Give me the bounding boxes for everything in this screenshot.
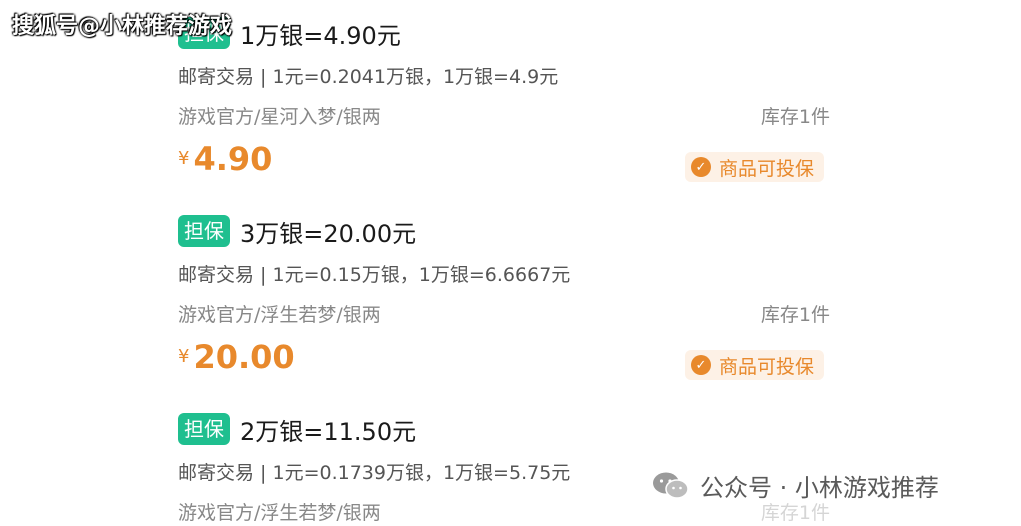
price-value: 20.00 bbox=[193, 338, 295, 376]
listing-description: 邮寄交易 | 1元=0.1739万银，1万银=5.75元 bbox=[178, 462, 571, 484]
listing-description: 邮寄交易 | 1元=0.2041万银，1万银=4.9元 bbox=[178, 66, 559, 88]
insurable-label: 商品可投保 bbox=[718, 355, 814, 378]
wechat-watermark: 公众号 · 小林游戏推荐 bbox=[652, 468, 939, 503]
stock-count: 库存1件 bbox=[760, 304, 830, 326]
insurable-tag[interactable]: ✓ 商品可投保 bbox=[684, 350, 824, 380]
currency-symbol: ¥ bbox=[178, 148, 190, 169]
wechat-watermark-text: 公众号 · 小林游戏推荐 bbox=[700, 474, 939, 502]
guarantee-badge: 担保 bbox=[178, 215, 230, 247]
insurable-label: 商品可投保 bbox=[718, 157, 814, 180]
listing-card[interactable]: 担保 3万银=20.00元 邮寄交易 | 1元=0.15万银，1万银=6.666… bbox=[178, 212, 838, 402]
stock-count: 库存1件 bbox=[760, 106, 830, 128]
listing-title-row: 担保 3万银=20.00元 bbox=[178, 212, 416, 250]
wechat-icon bbox=[653, 472, 689, 499]
listing-source: 游戏官方/星河入梦/银两 bbox=[178, 106, 381, 128]
listing-title[interactable]: 2万银=11.50元 bbox=[240, 412, 416, 447]
listing-description: 邮寄交易 | 1元=0.15万银，1万银=6.6667元 bbox=[178, 264, 571, 286]
check-icon: ✓ bbox=[690, 157, 711, 177]
currency-symbol: ¥ bbox=[178, 346, 190, 367]
listing-title[interactable]: 1万银=4.90元 bbox=[240, 16, 401, 51]
price: ¥20.00 bbox=[178, 338, 295, 376]
price: ¥4.90 bbox=[178, 140, 272, 178]
guarantee-badge: 担保 bbox=[178, 413, 230, 445]
price-value: 4.90 bbox=[193, 140, 273, 178]
check-icon: ✓ bbox=[690, 355, 711, 375]
sohu-watermark: 搜狐号@小林推荐游戏 bbox=[12, 14, 233, 39]
listing-card[interactable]: 担保 1万银=4.90元 邮寄交易 | 1元=0.2041万银，1万银=4.9元… bbox=[178, 14, 838, 204]
listing-title-row: 担保 2万银=11.50元 bbox=[178, 410, 416, 448]
listing-source: 游戏官方/浮生若梦/银两 bbox=[178, 304, 381, 326]
insurable-tag[interactable]: ✓ 商品可投保 bbox=[684, 152, 824, 182]
listing-source: 游戏官方/浮生若梦/银两 bbox=[178, 502, 381, 524]
listing-title[interactable]: 3万银=20.00元 bbox=[240, 214, 416, 249]
